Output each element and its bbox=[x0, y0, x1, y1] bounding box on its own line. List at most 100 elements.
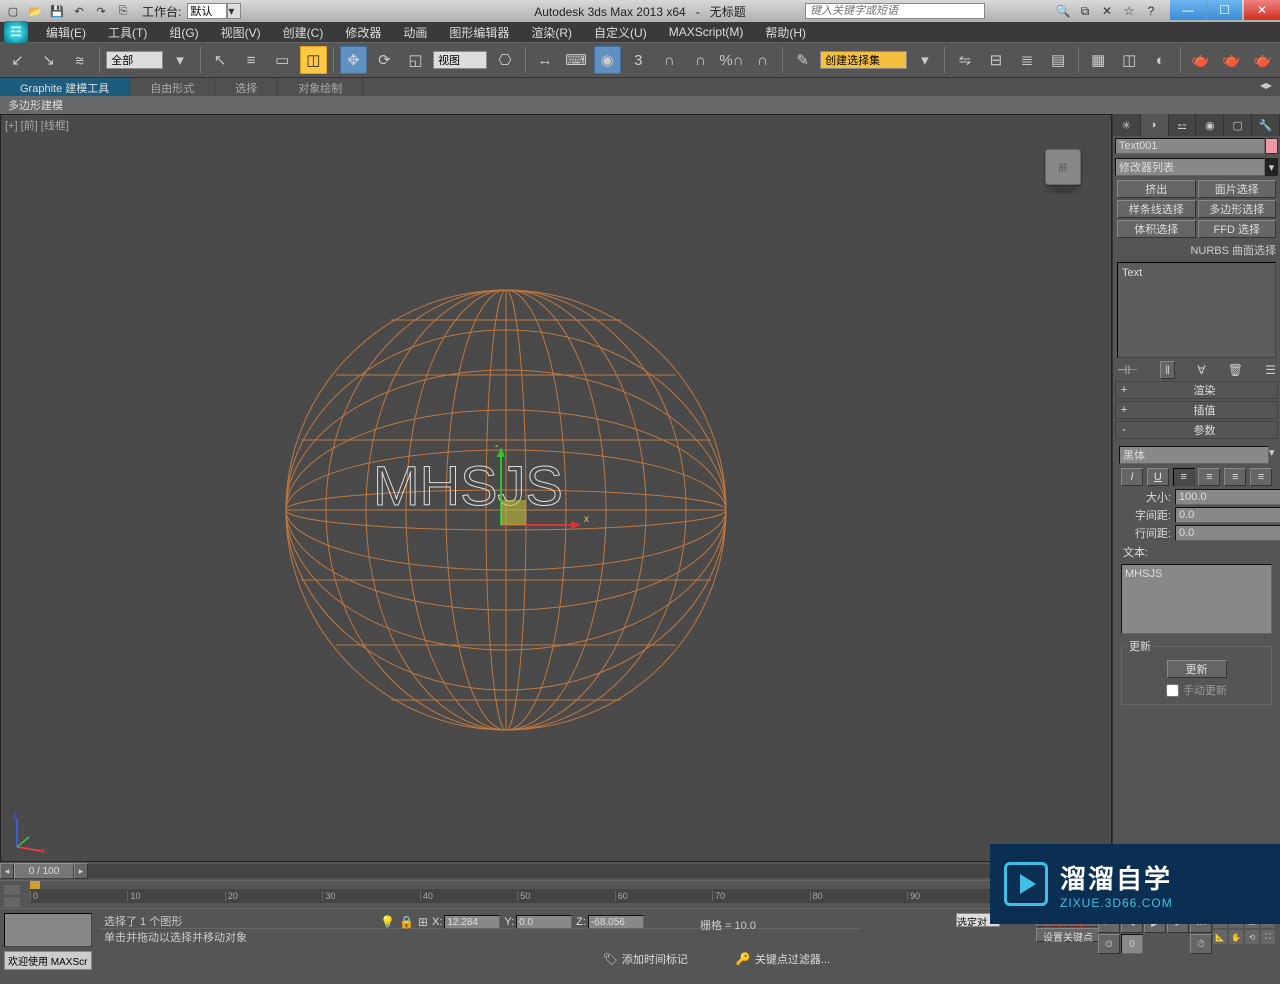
select-rotate-icon[interactable]: ⟳ bbox=[371, 46, 398, 74]
spinner-snap2-icon[interactable]: ∩ bbox=[749, 46, 776, 74]
mod-btn-ffdsel[interactable]: FFD 选择 bbox=[1198, 220, 1277, 238]
modifier-list-dropdown[interactable] bbox=[1115, 158, 1265, 176]
select-region-icon[interactable]: ▭ bbox=[269, 46, 296, 74]
layer-explorer-icon[interactable]: ▤ bbox=[1045, 46, 1072, 74]
viewcube[interactable]: 前 bbox=[1045, 149, 1081, 185]
maximize-button[interactable]: ☐ bbox=[1206, 0, 1242, 20]
rollout-render[interactable]: + 渲染 bbox=[1115, 381, 1278, 399]
menu-edit[interactable]: 编辑(E) bbox=[36, 22, 96, 43]
update-button[interactable]: 更新 bbox=[1167, 660, 1227, 678]
viewport-label[interactable]: [+] [前] [线框] bbox=[5, 117, 69, 133]
subscription-icon[interactable]: ⧉ bbox=[1076, 3, 1094, 19]
named-selection-dropdown[interactable]: 创建选择集 bbox=[820, 51, 907, 69]
menu-maxscript[interactable]: MAXScript(M) bbox=[659, 23, 754, 41]
modifier-stack[interactable]: Text bbox=[1117, 262, 1276, 358]
curve-editor-icon[interactable]: ▦ bbox=[1085, 46, 1112, 74]
mod-btn-volsel[interactable]: 体积选择 bbox=[1117, 220, 1196, 238]
lock-icon[interactable]: 💡 bbox=[380, 915, 395, 929]
object-color-swatch[interactable] bbox=[1265, 138, 1278, 154]
mirror-icon[interactable]: ⇋ bbox=[951, 46, 978, 74]
orbit-icon[interactable]: ⟲ bbox=[1244, 929, 1260, 945]
spinner-snap-icon[interactable]: ∩ bbox=[687, 46, 714, 74]
key-filters[interactable]: 关键点过滤器... bbox=[755, 951, 830, 967]
motion-tab-icon[interactable]: ◉ bbox=[1196, 114, 1224, 136]
leading-input[interactable] bbox=[1175, 525, 1280, 541]
app-menu-button[interactable]: ☲ bbox=[4, 21, 28, 43]
text-content-input[interactable]: MHSJS bbox=[1121, 564, 1272, 634]
manipulate-icon[interactable]: ↔ bbox=[531, 46, 558, 74]
angle-snap-icon[interactable]: 3 bbox=[625, 46, 652, 74]
menu-create[interactable]: 创建(C) bbox=[273, 22, 334, 43]
link-icon[interactable]: ⎘ bbox=[114, 3, 132, 19]
stack-item-text[interactable]: Text bbox=[1122, 267, 1142, 279]
z-coord-input[interactable] bbox=[588, 915, 644, 929]
select-name-icon[interactable]: ≡ bbox=[238, 46, 265, 74]
dropdown-arrow-icon[interactable]: ▾ bbox=[167, 46, 194, 74]
exchange-icon[interactable]: ✕ bbox=[1098, 3, 1116, 19]
schematic-view-icon[interactable]: ◫ bbox=[1116, 46, 1143, 74]
lock2-icon[interactable]: 🔒 bbox=[399, 915, 414, 929]
menu-animation[interactable]: 动画 bbox=[393, 22, 437, 43]
time-slider[interactable]: ◂ 0 / 100 ▸ bbox=[0, 862, 1112, 880]
menu-modifiers[interactable]: 修改器 bbox=[335, 22, 391, 43]
menu-help[interactable]: 帮助(H) bbox=[755, 22, 816, 43]
close-button[interactable]: ✕ bbox=[1244, 0, 1280, 20]
kerning-input[interactable] bbox=[1175, 507, 1280, 523]
manual-update-checkbox[interactable] bbox=[1166, 684, 1179, 697]
align-justify-button[interactable]: ≡ bbox=[1250, 468, 1272, 486]
render-frame-icon[interactable]: 🫖 bbox=[1218, 46, 1245, 74]
time-slider-handle[interactable]: 0 / 100 bbox=[14, 863, 74, 879]
italic-button[interactable]: I bbox=[1121, 468, 1143, 486]
pin-stack-icon[interactable]: ⊣⊢ bbox=[1117, 363, 1138, 377]
size-input[interactable] bbox=[1175, 489, 1280, 505]
ribbon-tab-graphite[interactable]: Graphite 建模工具 bbox=[0, 78, 130, 96]
track-ruler[interactable]: 0 10 20 30 40 50 60 70 80 90 100 bbox=[30, 889, 1102, 903]
menu-customize[interactable]: 自定义(U) bbox=[584, 22, 657, 43]
menu-rendering[interactable]: 渲染(R) bbox=[521, 22, 582, 43]
viewport[interactable]: [+] [前] [线框] 前 MHSJS bbox=[0, 114, 1112, 862]
named-selection-icon[interactable]: ✎ bbox=[789, 46, 816, 74]
refcoord-dropdown[interactable]: 视图 bbox=[433, 51, 487, 69]
track-keys-icon[interactable] bbox=[4, 897, 20, 907]
render-production-icon[interactable]: 🫖 bbox=[1249, 46, 1276, 74]
fov-icon[interactable]: 📐 bbox=[1212, 929, 1228, 945]
hierarchy-tab-icon[interactable]: ⚍ bbox=[1169, 114, 1197, 136]
mod-btn-extrude[interactable]: 挤出 bbox=[1117, 180, 1196, 198]
bind-tool-icon[interactable]: ⩬ bbox=[66, 46, 93, 74]
tag-icon[interactable]: 🏷 bbox=[603, 952, 618, 966]
ribbon-tab-selection[interactable]: 选择 bbox=[215, 78, 278, 96]
undo-icon[interactable]: ↶ bbox=[70, 3, 88, 19]
move-gizmo[interactable]: x y bbox=[491, 445, 611, 545]
menu-grapheditors[interactable]: 图形编辑器 bbox=[439, 22, 519, 43]
percent-snap-icon[interactable]: ∩ bbox=[656, 46, 683, 74]
align-icon[interactable]: ⊟ bbox=[982, 46, 1009, 74]
workspace-dropdown[interactable] bbox=[187, 3, 227, 19]
max-toggle-icon[interactable]: ⛶ bbox=[1260, 929, 1276, 945]
ribbon-more-icon[interactable]: ◂▸ bbox=[1256, 78, 1276, 92]
select-scale-icon[interactable]: ◱ bbox=[402, 46, 429, 74]
time-marker[interactable] bbox=[30, 881, 40, 889]
track-expand-icon[interactable] bbox=[4, 885, 20, 895]
link-tool-icon[interactable]: ↙ bbox=[4, 46, 31, 74]
ribbon-tab-paint[interactable]: 对象绘制 bbox=[278, 78, 363, 96]
create-tab-icon[interactable]: ✳ bbox=[1113, 114, 1141, 136]
percent-snap2-icon[interactable]: %∩ bbox=[718, 46, 745, 74]
mod-btn-polysel[interactable]: 多边形选择 bbox=[1198, 200, 1277, 218]
menu-views[interactable]: 视图(V) bbox=[211, 22, 271, 43]
setkey-button[interactable]: 设置关键点 bbox=[1036, 928, 1100, 942]
time-slider-track[interactable] bbox=[88, 864, 1112, 878]
redo-icon[interactable]: ↷ bbox=[92, 3, 110, 19]
ribbon-panel-label[interactable]: 多边形建模 bbox=[8, 97, 63, 113]
modify-tab-icon[interactable]: ◗ bbox=[1141, 114, 1169, 136]
pan-icon[interactable]: ✋ bbox=[1228, 929, 1244, 945]
pivot-icon[interactable]: ⎔ bbox=[491, 46, 518, 74]
show-end-icon[interactable]: ‖ bbox=[1160, 361, 1175, 379]
open-icon[interactable]: 📂 bbox=[26, 3, 44, 19]
x-coord-input[interactable] bbox=[444, 915, 500, 929]
new-icon[interactable]: ▢ bbox=[4, 3, 22, 19]
menu-tools[interactable]: 工具(T) bbox=[98, 22, 157, 43]
mod-btn-nurbs[interactable]: NURBS 曲面选择 bbox=[1113, 240, 1280, 260]
align-center-button[interactable]: ≡ bbox=[1198, 468, 1220, 486]
material-editor-icon[interactable]: ◐ bbox=[1147, 46, 1174, 74]
mod-btn-splinesel[interactable]: 样条线选择 bbox=[1117, 200, 1196, 218]
